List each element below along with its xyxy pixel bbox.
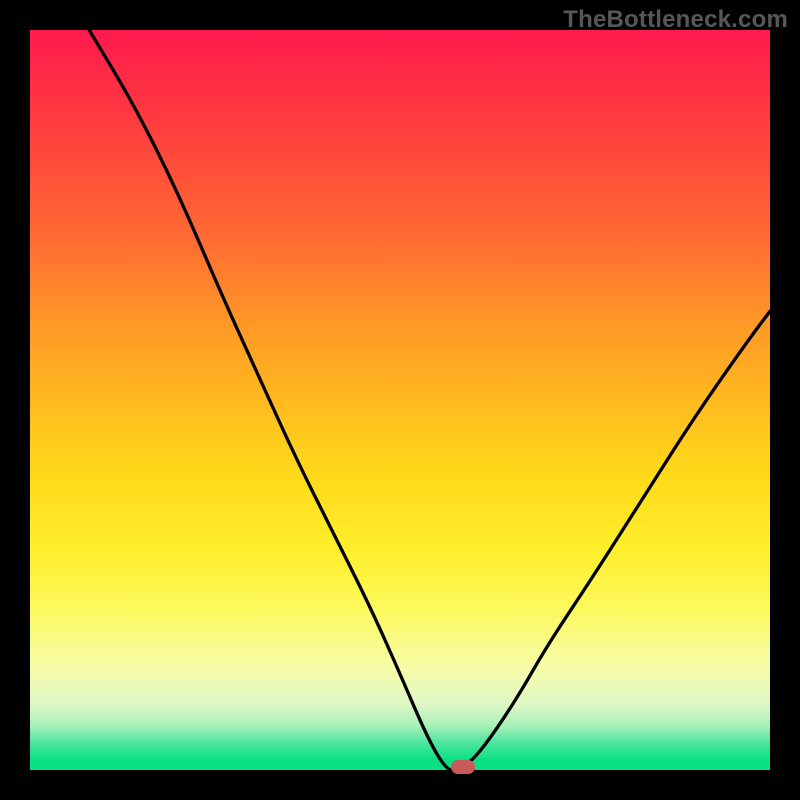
bottleneck-curve — [89, 30, 770, 770]
plot-area — [30, 30, 770, 770]
curve-svg — [30, 30, 770, 770]
chart-container: TheBottleneck.com — [0, 0, 800, 800]
optimum-marker — [451, 760, 475, 774]
watermark-text: TheBottleneck.com — [563, 6, 788, 34]
